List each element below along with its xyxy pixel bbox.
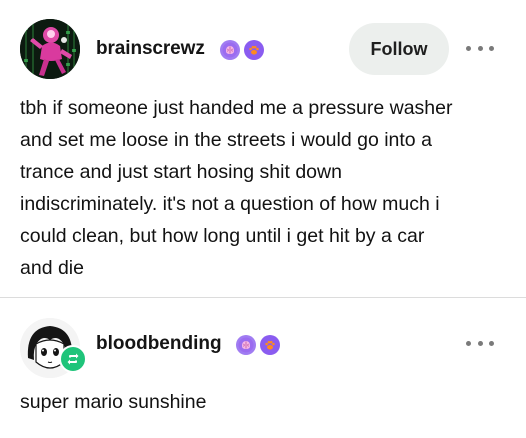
username[interactable]: brainscrewz (96, 38, 205, 60)
badge-group (236, 335, 280, 355)
paw-badge-icon[interactable] (260, 335, 280, 355)
dot (466, 45, 471, 51)
pink-character-avatar-icon (20, 19, 80, 79)
post: brainscrewz Follow tbh if someone just h… (0, 0, 526, 298)
dot (466, 340, 471, 346)
badge-group (220, 40, 264, 60)
follow-button[interactable]: Follow (349, 23, 449, 75)
avatar[interactable] (20, 19, 80, 79)
reblog-username[interactable]: bloodbending (96, 333, 222, 355)
post-body: tbh if someone just handed me a pressure… (20, 97, 453, 279)
divider (0, 297, 526, 298)
paw-badge-icon[interactable] (244, 40, 264, 60)
brain-badge-icon[interactable] (236, 335, 256, 355)
more-options-icon[interactable] (466, 40, 494, 56)
dot (489, 45, 494, 51)
dot (477, 45, 483, 51)
dot (477, 340, 483, 346)
more-options-icon[interactable] (466, 335, 494, 351)
reblog-icon (59, 345, 87, 373)
brain-badge-icon[interactable] (220, 40, 240, 60)
reblog-body: super mario sunshine (20, 391, 207, 413)
dot (489, 340, 494, 346)
